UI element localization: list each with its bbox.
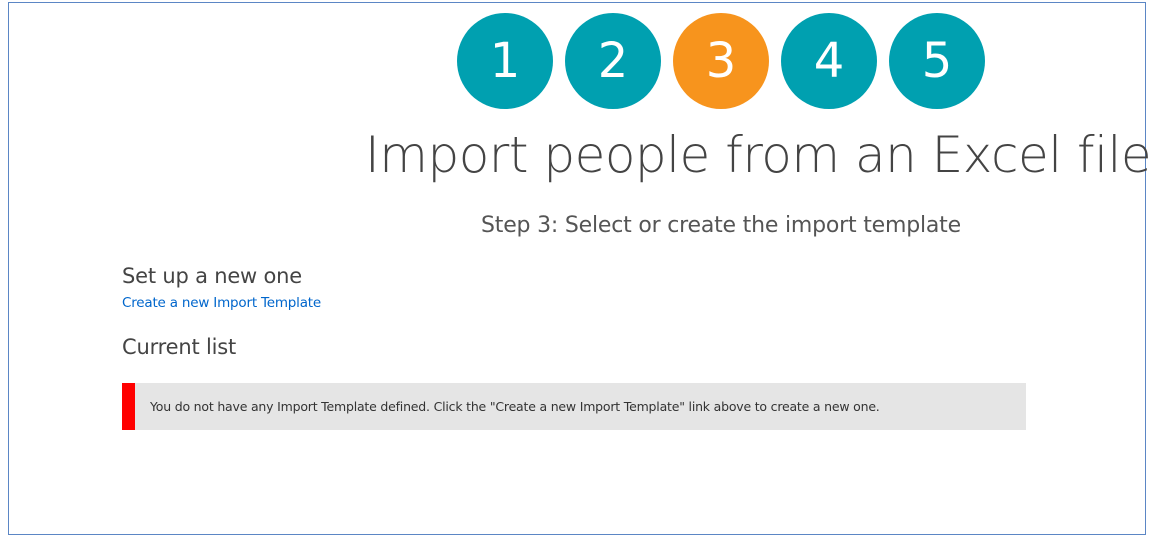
page-title: Import people from an Excel file [365,126,1150,184]
wizard-panel: 1 2 3 4 5 Import people from an Excel fi… [8,2,1150,535]
step-1-indicator: 1 [457,13,553,109]
step-2-indicator: 2 [565,13,661,109]
step-5-indicator: 5 [889,13,985,109]
error-accent-bar [122,383,135,430]
setup-heading: Set up a new one [122,264,302,288]
current-list-heading: Current list [122,335,236,359]
empty-list-message-text: You do not have any Import Template defi… [150,399,880,414]
empty-list-message: You do not have any Import Template defi… [122,383,1026,430]
step-4-indicator: 4 [781,13,877,109]
create-import-template-link[interactable]: Create a new Import Template [122,295,321,311]
step-subtitle: Step 3: Select or create the import temp… [481,213,961,238]
step-3-indicator-active: 3 [673,13,769,109]
